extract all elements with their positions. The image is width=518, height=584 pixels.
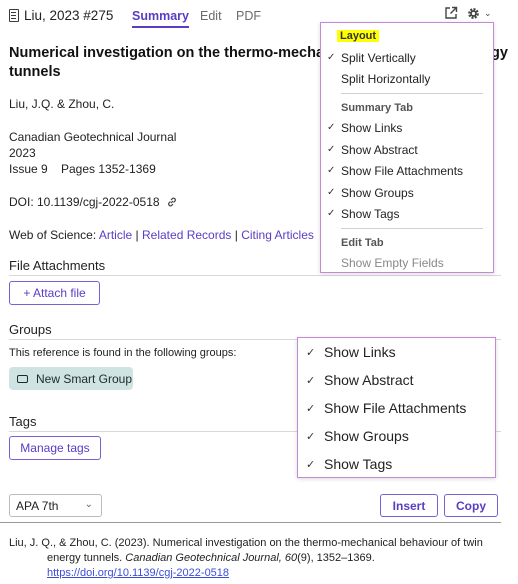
reference-icon	[9, 9, 19, 22]
group-chip[interactable]: New Smart Group	[9, 367, 133, 390]
doi-text[interactable]: DOI: 10.1139/cgj-2022-0518	[9, 195, 160, 209]
menu-item-label: Show Groups	[341, 186, 414, 200]
menu-item-label: Show Groups	[324, 428, 409, 444]
menu-item-show-abstract[interactable]: ✓ Show Abstract	[327, 143, 418, 157]
citation-style-select[interactable]: APA 7th ⌄	[9, 494, 102, 517]
check-icon: ✓	[306, 459, 316, 471]
check-icon: ✓	[327, 144, 336, 155]
wos-label: Web of Science:	[9, 228, 97, 242]
menu-item-split-vertically[interactable]: ✓ Split Vertically	[327, 51, 416, 65]
menu-item-label: Show Tags	[341, 207, 400, 221]
menu-item-label: Show Abstract	[341, 143, 418, 157]
copy-button[interactable]: Copy	[444, 494, 498, 517]
chevron-down-icon[interactable]: ⌄	[484, 8, 492, 19]
group-chip-label: New Smart Group	[36, 371, 133, 386]
tab-edit[interactable]: Edit	[200, 9, 222, 23]
menu-item-label: Show Abstract	[324, 372, 414, 388]
citation-doi-link[interactable]: https://doi.org/10.1139/cgj-2022-0518	[47, 567, 229, 579]
menu-item-label: Show File Attachments	[341, 164, 464, 178]
check-icon: ✓	[327, 187, 336, 198]
manage-tags-button[interactable]: Manage tags	[9, 436, 101, 460]
menu-item-label: Split Horizontally	[341, 72, 431, 86]
external-link-icon[interactable]	[444, 6, 458, 23]
menu-item-show-groups[interactable]: ✓ Show Groups	[327, 186, 414, 200]
check-icon: ✓	[306, 403, 316, 415]
journal: Canadian Geotechnical Journal	[9, 130, 177, 144]
file-attachments-heading: File Attachments	[9, 258, 106, 273]
zoom-item-show-groups[interactable]: ✓ Show Groups	[306, 428, 409, 444]
menu-item-label: Show Links	[324, 344, 396, 360]
wos-related-records-link[interactable]: Related Records	[142, 228, 231, 242]
check-icon: ✓	[327, 165, 336, 176]
citation-volume-pages: (9), 1352–1369.	[297, 552, 375, 564]
menu-item-show-links[interactable]: ✓ Show Links	[327, 121, 403, 135]
insert-button[interactable]: Insert	[380, 494, 438, 517]
menu-heading-edit-tab: Edit Tab	[341, 237, 384, 249]
menu-heading-summary-tab: Summary Tab	[341, 102, 413, 114]
reference-title: Liu, 2023 #275	[24, 8, 114, 23]
doi: DOI: 10.1139/cgj-2022-0518	[9, 195, 178, 211]
menu-item-show-tags[interactable]: ✓ Show Tags	[327, 207, 400, 221]
menu-item-show-file-attachments[interactable]: ✓ Show File Attachments	[327, 164, 464, 178]
check-icon: ✓	[306, 431, 316, 443]
check-icon: ✓	[306, 347, 316, 359]
citation-journal: Canadian Geotechnical Journal, 60	[125, 552, 298, 564]
wos-citing-articles-link[interactable]: Citing Articles	[241, 228, 314, 242]
layout-menu: Layout ✓ Split Vertically Split Horizont…	[320, 22, 494, 273]
formatted-citation: Liu, J. Q., & Zhou, C. (2023). Numerical…	[9, 536, 509, 581]
check-icon: ✓	[327, 208, 336, 219]
year: 2023	[9, 146, 36, 160]
wos-separator: |	[135, 228, 139, 242]
citation-text: energy tunnels.	[47, 552, 126, 564]
menu-item-split-horizontally[interactable]: Split Horizontally	[341, 72, 430, 86]
citation-style-value: APA 7th	[16, 498, 59, 513]
check-icon: ✓	[327, 122, 336, 133]
smart-group-icon	[17, 374, 28, 383]
issue: Issue 9	[9, 162, 48, 176]
menu-item-show-empty-fields[interactable]: Show Empty Fields	[341, 256, 444, 270]
zoom-item-show-file-attachments[interactable]: ✓ Show File Attachments	[306, 400, 467, 416]
divider	[9, 275, 501, 276]
menu-separator	[341, 93, 483, 94]
wos-article-link[interactable]: Article	[99, 228, 132, 242]
title-line-1: Numerical investigation on the thermo-me…	[9, 45, 333, 61]
authors: Liu, J.Q. & Zhou, C.	[9, 97, 115, 111]
menu-separator	[341, 228, 483, 229]
zoomed-summary-menu: ✓ Show Links ✓ Show Abstract ✓ Show File…	[297, 337, 496, 478]
zoom-item-show-links[interactable]: ✓ Show Links	[306, 344, 396, 360]
title-line-2: tunnels	[9, 64, 61, 80]
check-icon: ✓	[327, 52, 336, 63]
wos-separator: |	[234, 228, 238, 242]
tags-heading: Tags	[9, 414, 37, 429]
tab-summary[interactable]: Summary	[132, 9, 189, 28]
menu-item-label: Split Vertically	[341, 51, 416, 65]
menu-item-label: Show Empty Fields	[341, 256, 444, 270]
chevron-down-icon: ⌄	[84, 499, 93, 510]
divider	[0, 522, 501, 523]
attach-file-button[interactable]: + Attach file	[9, 281, 100, 305]
menu-item-label: Show Links	[341, 121, 403, 135]
citation-line-3: https://doi.org/10.1139/cgj-2022-0518	[9, 566, 509, 581]
menu-item-label: Show Tags	[324, 456, 393, 472]
link-icon[interactable]	[166, 196, 178, 211]
zoom-item-show-tags[interactable]: ✓ Show Tags	[306, 456, 393, 472]
groups-description: This reference is found in the following…	[9, 347, 237, 359]
zoom-item-show-abstract[interactable]: ✓ Show Abstract	[306, 372, 414, 388]
citation-line-2: energy tunnels. Canadian Geotechnical Jo…	[9, 551, 509, 566]
menu-item-label: Show File Attachments	[324, 400, 467, 416]
groups-heading: Groups	[9, 322, 52, 337]
citation-line-1: Liu, J. Q., & Zhou, C. (2023). Numerical…	[9, 537, 483, 549]
menu-heading-layout: Layout	[337, 30, 380, 42]
check-icon: ✓	[306, 375, 316, 387]
pages: Pages 1352-1369	[61, 162, 156, 176]
tab-pdf[interactable]: PDF	[236, 9, 261, 23]
web-of-science: Web of Science: Article | Related Record…	[9, 228, 314, 242]
